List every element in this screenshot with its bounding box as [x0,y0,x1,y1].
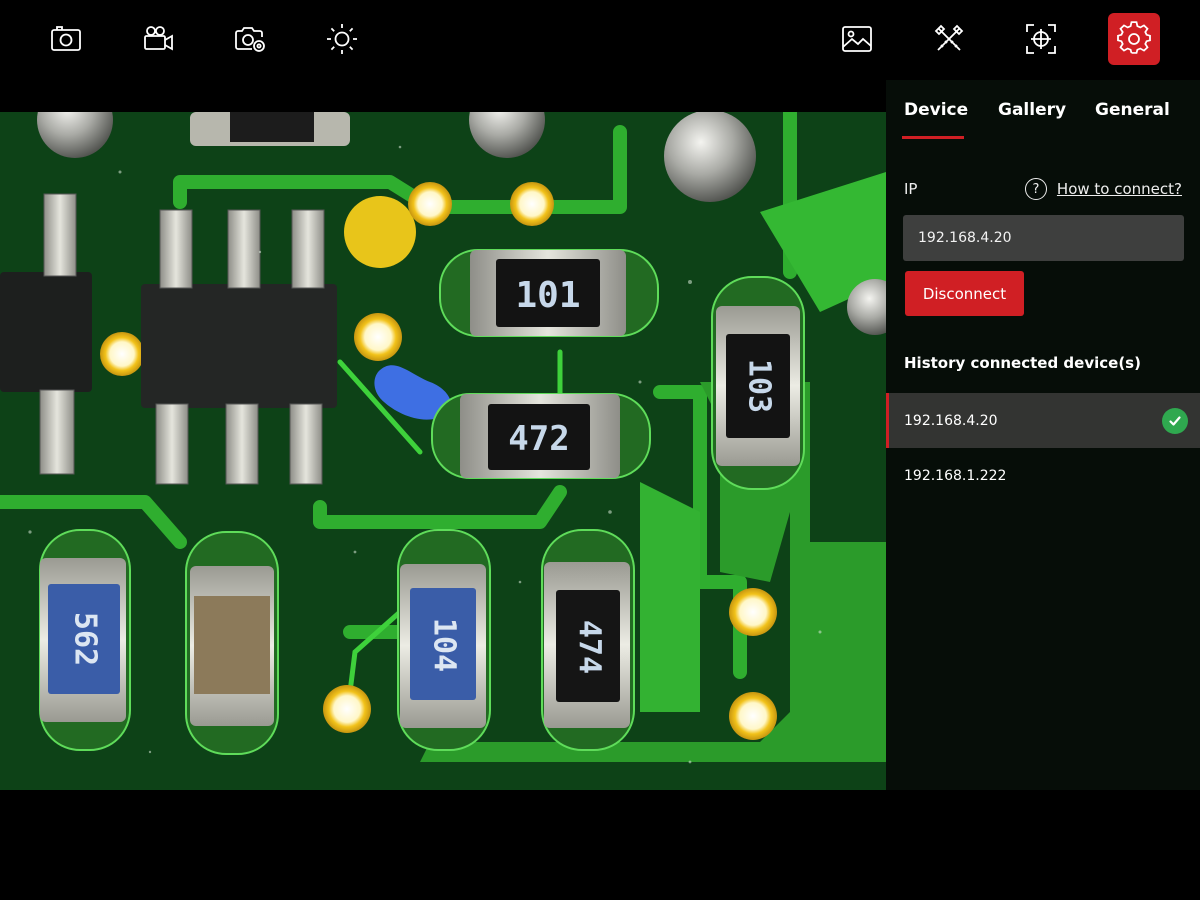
tab-general[interactable]: General [1095,100,1170,120]
history-item-ip: 192.168.1.222 [904,467,1007,484]
resistor-marking-103: 103 [742,359,777,413]
active-tab-indicator [902,136,964,139]
top-toolbar [0,0,1200,80]
connected-check-icon [1162,408,1188,434]
resistor-marking-101: 101 [515,275,580,316]
disconnect-button[interactable]: Disconnect [905,271,1024,316]
photo-camera-icon[interactable] [40,13,92,65]
resistor-marking-474: 474 [572,620,607,674]
video-camera-icon[interactable] [132,13,184,65]
ip-label: IP [904,180,918,198]
settings-icon[interactable] [1108,13,1160,65]
settings-panel: Device Gallery General IP ? How to conne… [886,80,1200,790]
tab-device[interactable]: Device [904,100,968,120]
history-item-ip: 192.168.4.20 [904,412,998,429]
ip-address-input[interactable] [903,215,1184,261]
pcb-live-image: 101 472 103 562 104 474 [0,112,886,790]
history-item[interactable]: 192.168.1.222 [886,448,1200,503]
gallery-icon[interactable] [831,13,883,65]
resistor-marking-472: 472 [508,419,569,459]
question-icon: ? [1024,178,1047,200]
focus-target-icon[interactable] [1015,13,1067,65]
history-title: History connected device(s) [904,354,1141,372]
settings-tabs: Device Gallery General [886,100,1200,140]
how-to-connect-text: How to connect? [1056,180,1182,198]
resistor-marking-104: 104 [427,618,462,672]
how-to-connect-link[interactable]: ? How to connect? [1024,178,1182,200]
history-device-list: 192.168.4.20 192.168.1.222 [886,393,1200,503]
microscope-live-view[interactable]: 101 472 103 562 104 474 [0,112,886,790]
history-item[interactable]: 192.168.4.20 [886,393,1200,448]
tab-gallery[interactable]: Gallery [998,100,1066,120]
resistor-marking-562: 562 [68,612,103,666]
measure-tools-icon[interactable] [923,13,975,65]
brightness-icon[interactable] [316,13,368,65]
camera-settings-icon[interactable] [224,13,276,65]
